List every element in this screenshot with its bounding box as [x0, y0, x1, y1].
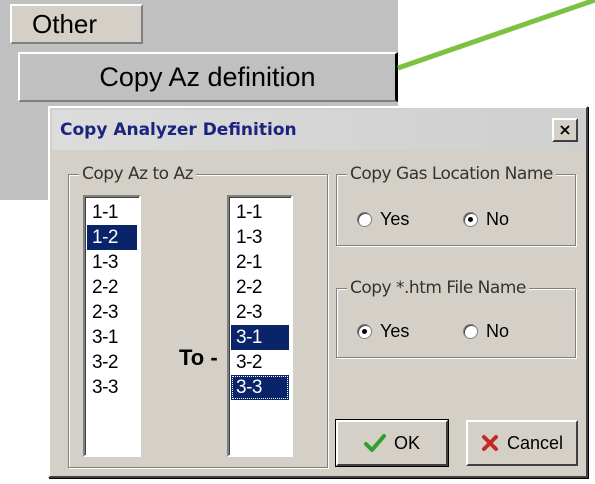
close-icon: ×	[558, 120, 572, 139]
htm-no-label: No	[486, 321, 510, 341]
to-label: To -	[179, 345, 218, 370]
ok-button[interactable]: OK	[335, 419, 449, 467]
list-item[interactable]: 3-3	[231, 375, 289, 400]
list-item[interactable]: 1-3	[231, 225, 289, 250]
list-item[interactable]: 3-1	[87, 325, 137, 350]
list-item[interactable]: 1-1	[231, 200, 289, 225]
list-item[interactable]: 3-2	[231, 350, 289, 375]
from-az-listbox[interactable]: 1-1 1-2 1-3 2-2 2-3 3-1 3-2 3-3	[83, 195, 141, 457]
copy-az-caption: Copy Az to Az	[79, 164, 197, 184]
list-item[interactable]: 3-3	[87, 375, 137, 400]
menu-item-label: Copy Az definition	[99, 62, 316, 92]
cancel-label: Cancel	[506, 432, 564, 453]
gas-location-caption: Copy Gas Location Name	[347, 164, 556, 184]
gas-yes-label: Yes	[380, 209, 410, 229]
htm-no-radio[interactable]: No	[463, 321, 509, 342]
list-item[interactable]: 1-3	[87, 250, 137, 275]
dialog-titlebar[interactable]: Copy Analyzer Definition ×	[52, 110, 584, 150]
menu-tab-other[interactable]: Other	[10, 4, 143, 44]
ok-label: OK	[393, 432, 420, 453]
cancel-button[interactable]: Cancel	[466, 420, 578, 466]
menu-item-copy-az-definition[interactable]: Copy Az definition	[18, 52, 398, 102]
htm-file-caption: Copy *.htm File Name	[347, 278, 529, 298]
close-button[interactable]: ×	[552, 118, 578, 142]
dialog-title: Copy Analyzer Definition	[60, 120, 297, 140]
gas-yes-radio-icon	[357, 212, 372, 227]
htm-yes-radio[interactable]: Yes	[357, 321, 409, 342]
list-item[interactable]: 2-3	[87, 300, 137, 325]
list-item[interactable]: 2-3	[231, 300, 289, 325]
htm-no-radio-icon	[463, 324, 478, 339]
list-item[interactable]: 1-2	[87, 225, 137, 250]
list-item[interactable]: 3-2	[87, 350, 137, 375]
gas-no-label: No	[486, 209, 510, 229]
menu-tab-label: Other	[32, 9, 98, 39]
to-az-listbox[interactable]: 1-1 1-3 2-1 2-2 2-3 3-1 3-2 3-3	[227, 195, 293, 457]
list-item[interactable]: 3-1	[231, 325, 289, 350]
copy-analyzer-dialog: Copy Analyzer Definition × Copy Az to Az…	[48, 106, 588, 478]
list-item[interactable]: 2-2	[231, 275, 289, 300]
gas-location-group: Copy Gas Location Name Yes No	[336, 164, 576, 246]
checkmark-icon	[363, 433, 386, 453]
gas-yes-radio[interactable]: Yes	[357, 209, 409, 230]
gas-no-radio[interactable]: No	[463, 209, 509, 230]
htm-file-group: Copy *.htm File Name Yes No	[336, 278, 576, 358]
list-item[interactable]: 1-1	[87, 200, 137, 225]
list-item[interactable]: 2-1	[231, 250, 289, 275]
gas-no-radio-icon	[463, 212, 478, 227]
htm-yes-label: Yes	[380, 321, 410, 341]
copy-az-group: Copy Az to Az 1-1 1-2 1-3 2-2 2-3 3-1 3-2 3-3 T…	[68, 164, 328, 468]
htm-yes-radio-icon	[357, 324, 372, 339]
cancel-x-icon	[481, 434, 499, 452]
list-item[interactable]: 2-2	[87, 275, 137, 300]
